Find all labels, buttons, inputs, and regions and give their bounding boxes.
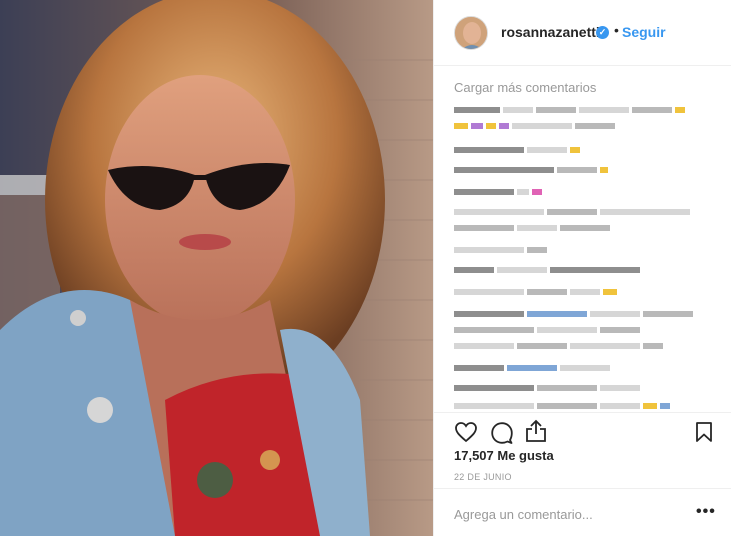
comment-icon[interactable] — [490, 421, 514, 450]
add-comment-row: ••• — [434, 488, 731, 536]
list-item — [454, 288, 617, 296]
heart-icon[interactable] — [454, 421, 478, 448]
post-photo[interactable] — [0, 0, 433, 536]
instagram-post-view: rosannazanetti ✓ • Seguir Cargar más com… — [0, 0, 731, 536]
avatar-image — [455, 17, 487, 49]
follow-button[interactable]: Seguir — [622, 24, 666, 40]
list-item — [454, 342, 663, 350]
comment-input[interactable] — [454, 507, 684, 522]
list-item — [454, 188, 542, 196]
more-options-button[interactable]: ••• — [696, 503, 716, 521]
verified-badge-icon: ✓ — [596, 26, 609, 39]
list-item — [454, 106, 685, 114]
list-item — [454, 166, 608, 174]
list-item — [454, 326, 640, 334]
likes-count[interactable]: 17,507 Me gusta — [454, 448, 554, 463]
list-item — [454, 146, 580, 154]
list-item — [454, 208, 690, 216]
comment-icon-svg — [491, 422, 513, 444]
list-item — [454, 364, 610, 372]
comments-list — [454, 100, 712, 412]
post-date[interactable]: 22 DE JUNIO — [454, 472, 512, 482]
heart-icon-svg — [455, 422, 477, 443]
list-item — [454, 384, 640, 392]
bookmark-icon-svg — [696, 422, 712, 442]
load-more-comments-link[interactable]: Cargar más comentarios — [454, 80, 596, 95]
list-item — [454, 122, 615, 130]
username-link[interactable]: rosannazanetti — [501, 24, 600, 40]
list-item — [454, 266, 640, 274]
list-item — [454, 224, 610, 232]
list-item — [454, 310, 693, 318]
post-header: rosannazanetti ✓ • Seguir — [434, 0, 731, 66]
post-sidebar: rosannazanetti ✓ • Seguir Cargar más com… — [433, 0, 731, 536]
photo-illustration — [0, 0, 433, 536]
separator-dot: • — [614, 22, 619, 38]
bookmark-icon[interactable] — [695, 421, 713, 448]
avatar[interactable] — [454, 16, 488, 50]
action-bar — [434, 412, 731, 448]
list-item — [454, 246, 547, 254]
share-icon-svg — [526, 419, 546, 442]
list-item — [454, 402, 670, 410]
share-icon[interactable] — [525, 419, 547, 448]
